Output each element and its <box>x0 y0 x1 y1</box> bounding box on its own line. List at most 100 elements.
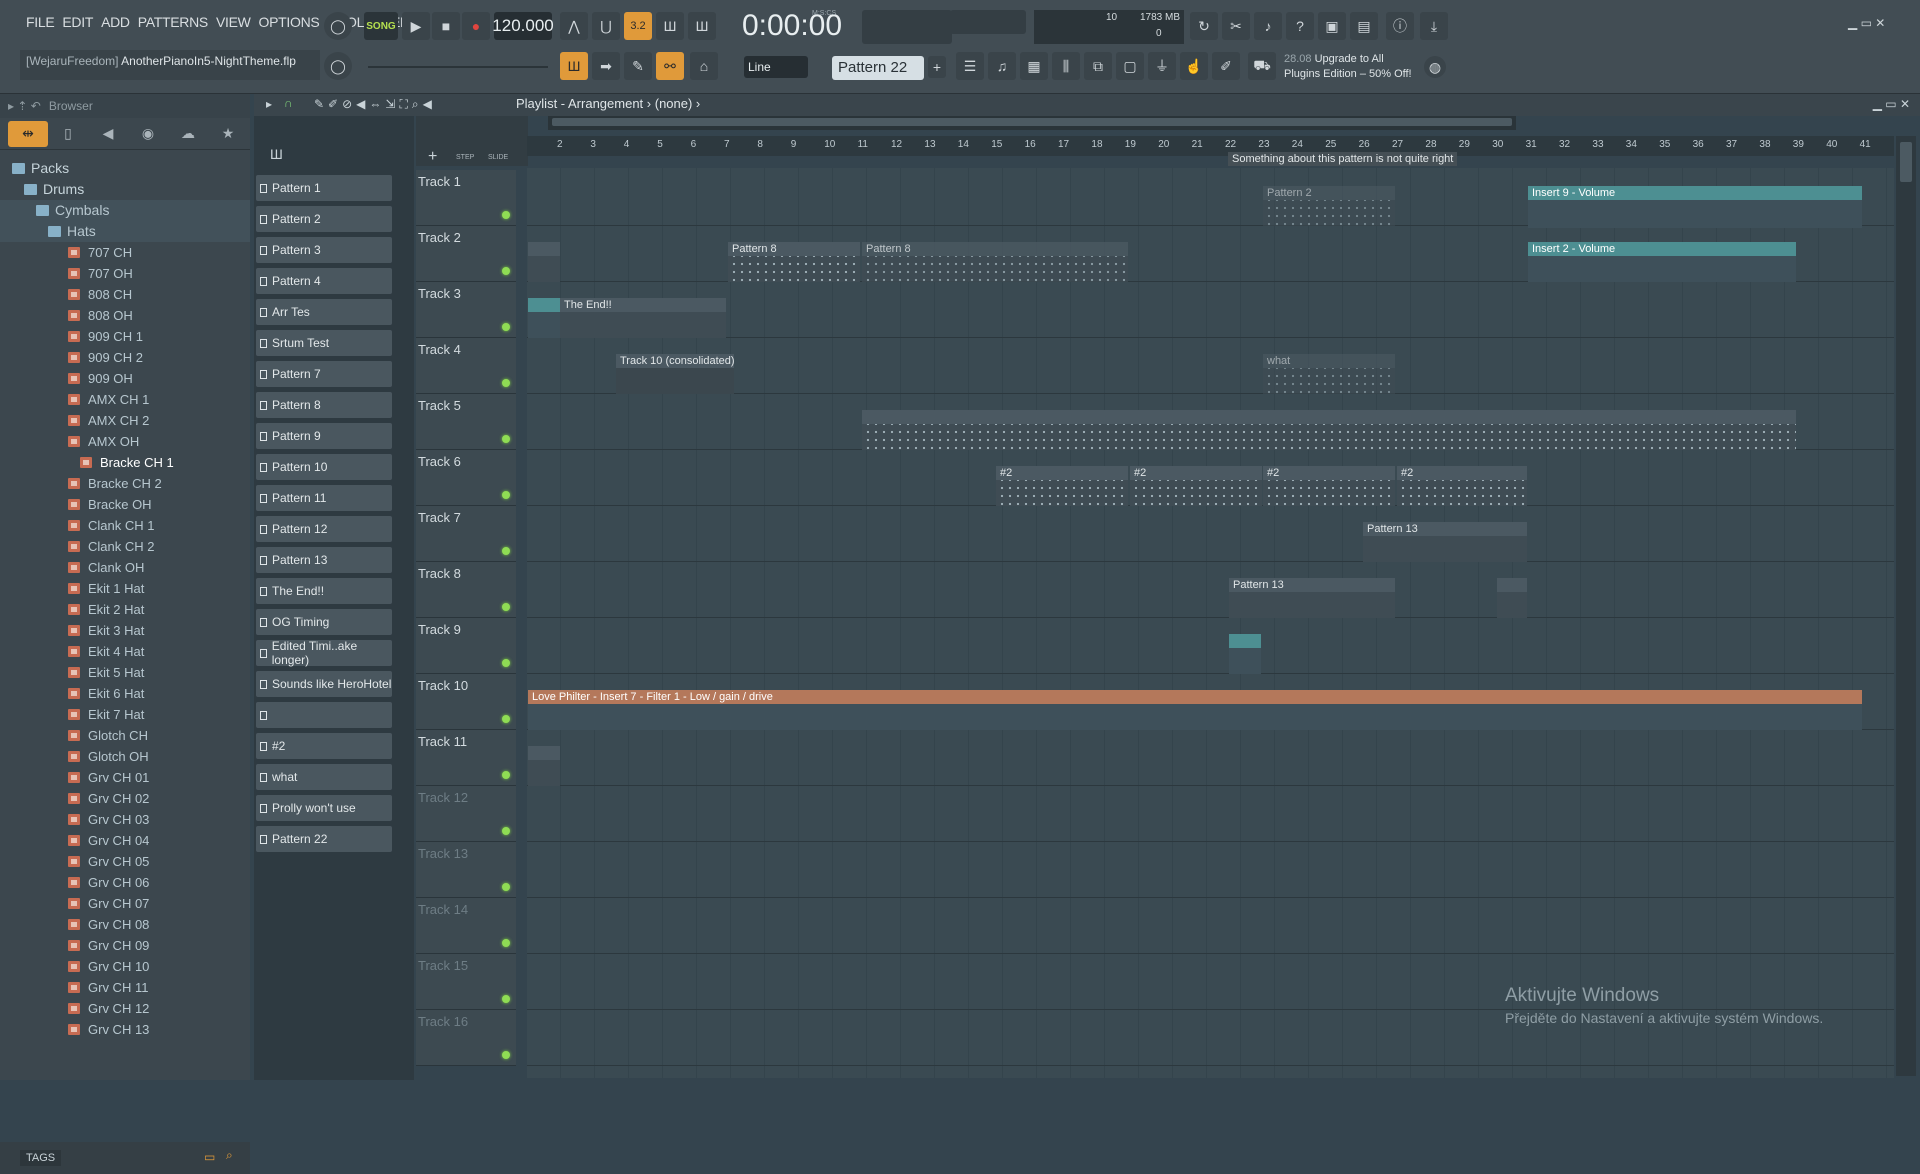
window-controls[interactable]: ▁ ▭ ✕ <box>1848 16 1885 30</box>
browser-item[interactable]: Ekit 7 Hat <box>0 704 250 725</box>
tempo-display[interactable]: 120.000 <box>492 12 554 40</box>
song-mode-toggle[interactable]: SONG <box>364 12 398 40</box>
stop-icon[interactable]: ■ <box>432 12 460 40</box>
browser-item[interactable]: Glotch CH <box>0 725 250 746</box>
pattern-item[interactable]: Edited Timi..ake longer) <box>256 639 392 667</box>
track-header[interactable]: Track 14 <box>416 898 516 954</box>
pattern-item[interactable]: Pattern 1 <box>256 175 392 201</box>
play-icon[interactable]: ▶ <box>402 12 430 40</box>
pattern-clip[interactable]: what <box>1263 354 1395 394</box>
pattern-item[interactable]: Pattern 12 <box>256 516 392 542</box>
browser-item[interactable]: 909 CH 1 <box>0 326 250 347</box>
pattern-clip[interactable]: #2 <box>1397 466 1527 506</box>
pattern-selector[interactable]: Pattern 22 <box>832 56 924 80</box>
info-icon[interactable]: ⓘ <box>1386 12 1414 40</box>
track-header[interactable]: Track 12 <box>416 786 516 842</box>
browser-item[interactable]: AMX OH <box>0 431 250 452</box>
automation-clip[interactable] <box>528 298 560 338</box>
browser-item[interactable]: 808 CH <box>0 284 250 305</box>
pattern-clip[interactable] <box>862 410 1796 450</box>
pattern-clip[interactable]: Pattern 2 <box>1263 186 1395 226</box>
track-mute-led[interactable] <box>502 659 510 667</box>
browser-icon[interactable]: ▢ <box>1116 52 1144 80</box>
files-tab-icon[interactable]: ▯ <box>48 121 88 147</box>
browser-item[interactable]: AMX CH 2 <box>0 410 250 431</box>
star-tab-icon[interactable]: ★ <box>208 121 248 147</box>
loop-record-icon[interactable]: Ш <box>688 12 716 40</box>
touch-keyboard-icon[interactable]: ☝ <box>1180 52 1208 80</box>
playlist-scrollbar[interactable] <box>548 116 1516 130</box>
browser-item[interactable]: Ekit 3 Hat <box>0 620 250 641</box>
plugin-tab-icon[interactable]: ◉ <box>128 121 168 147</box>
cloud-tab-icon[interactable]: ☁ <box>168 121 208 147</box>
pattern-item[interactable]: OG Timing <box>256 609 392 635</box>
browser-item[interactable]: 909 OH <box>0 368 250 389</box>
menu-file[interactable]: FILE <box>22 14 58 30</box>
save-icon[interactable]: ▣ <box>1318 12 1346 40</box>
tree-folder[interactable]: Packs <box>0 158 250 179</box>
track-header[interactable]: Track 8 <box>416 562 516 618</box>
browser-item[interactable]: Ekit 6 Hat <box>0 683 250 704</box>
plug-icon[interactable]: ⏚ <box>1148 52 1176 80</box>
globe-icon[interactable]: ◍ <box>1424 56 1446 78</box>
track-mute-led[interactable] <box>502 267 510 275</box>
pattern-item[interactable]: The End!! <box>256 578 392 604</box>
pattern-clip[interactable]: The End!! <box>560 298 726 338</box>
pattern-item[interactable]: Pattern 10 <box>256 454 392 480</box>
browser-item[interactable]: Grv CH 06 <box>0 872 250 893</box>
browser-item[interactable]: Grv CH 02 <box>0 788 250 809</box>
pattern-item[interactable]: Arr Tes <box>256 299 392 325</box>
channel-rack-icon[interactable]: ▦ <box>1020 52 1048 80</box>
pattern-item[interactable]: Pattern 13 <box>256 547 392 573</box>
track-mute-led[interactable] <box>502 435 510 443</box>
pattern-item[interactable]: Pattern 3 <box>256 237 392 263</box>
browser-item[interactable]: Ekit 5 Hat <box>0 662 250 683</box>
mixer-icon[interactable]: ⫼ <box>1052 52 1080 80</box>
browser-item[interactable]: 909 CH 2 <box>0 347 250 368</box>
browser-item[interactable]: AMX CH 1 <box>0 389 250 410</box>
help-icon[interactable]: ? <box>1286 12 1314 40</box>
all-tab-icon[interactable]: ⇹ <box>8 120 48 147</box>
pattern-item[interactable] <box>256 702 392 728</box>
arrow-right-icon[interactable]: ➡ <box>592 52 620 80</box>
track-mute-led[interactable] <box>502 771 510 779</box>
pattern-item[interactable]: Pattern 7 <box>256 361 392 387</box>
track-mute-led[interactable] <box>502 715 510 723</box>
pattern-clip[interactable]: #2 <box>996 466 1128 506</box>
track-mute-led[interactable] <box>502 547 510 555</box>
track-mute-led[interactable] <box>502 939 510 947</box>
tree-folder[interactable]: Hats <box>0 221 250 242</box>
browser-item[interactable]: Grv CH 12 <box>0 998 250 1019</box>
track-mute-led[interactable] <box>502 323 510 331</box>
playlist-menu-icon[interactable]: ▸ <box>266 97 272 111</box>
browser-item[interactable]: Bracke CH 2 <box>0 473 250 494</box>
browser-item[interactable]: Grv CH 04 <box>0 830 250 851</box>
pattern-clip[interactable]: #2 <box>1263 466 1395 506</box>
tags-button[interactable]: TAGS <box>20 1150 62 1166</box>
pattern-item[interactable]: Sounds like HeroHotel <box>256 671 392 697</box>
track-mute-led[interactable] <box>502 379 510 387</box>
track-header[interactable]: Track 6 <box>416 450 516 506</box>
cut-icon[interactable]: ✂ <box>1222 12 1250 40</box>
track-mute-led[interactable] <box>502 995 510 1003</box>
mic-icon[interactable]: ♪ <box>1254 12 1282 40</box>
track-header[interactable]: Track 15 <box>416 954 516 1010</box>
track-header[interactable]: Track 10 <box>416 674 516 730</box>
track-mute-led[interactable] <box>502 211 510 219</box>
browser-item[interactable]: Clank OH <box>0 557 250 578</box>
render-icon[interactable]: ▤ <box>1350 12 1378 40</box>
add-pattern-button[interactable]: + <box>928 56 946 78</box>
automation-clip[interactable]: Insert 9 - Volume <box>1528 186 1862 228</box>
browser-nav-icon[interactable]: ▸ ⇡ ↶ <box>8 99 41 113</box>
track-header[interactable]: Track 2 <box>416 226 516 282</box>
browser-item[interactable]: 707 CH <box>0 242 250 263</box>
browser-item[interactable]: Clank CH 1 <box>0 515 250 536</box>
browser-item[interactable]: Grv CH 11 <box>0 977 250 998</box>
audio-clip[interactable]: Track 10 (consolidated) <box>616 354 735 394</box>
pattern-item[interactable]: Pattern 4 <box>256 268 392 294</box>
browser-item[interactable]: Grv CH 05 <box>0 851 250 872</box>
browser-item[interactable]: Bracke OH <box>0 494 250 515</box>
pattern-item[interactable]: Prolly won't use <box>256 795 392 821</box>
browser-item[interactable]: Ekit 2 Hat <box>0 599 250 620</box>
pattern-clip[interactable] <box>528 746 560 786</box>
